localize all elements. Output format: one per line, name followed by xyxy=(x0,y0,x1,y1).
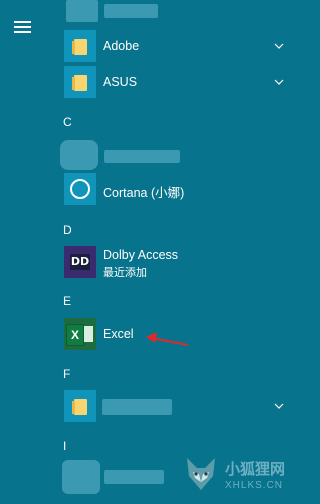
asus-label: ASUS xyxy=(103,75,138,89)
app-list: Adobe ASUS C Cortana (小娜) D DD Dolby Acc… xyxy=(46,0,299,504)
chevron-down-icon[interactable] xyxy=(274,78,284,86)
cortana-label: Cortana (小娜) xyxy=(103,186,185,200)
section-header-i[interactable]: I xyxy=(63,439,66,453)
fox-logo-icon xyxy=(187,458,215,490)
section-header-d[interactable]: D xyxy=(63,223,72,237)
blurred-folder-tile xyxy=(64,390,96,422)
section-header-f[interactable]: F xyxy=(63,367,70,381)
section-header-e[interactable]: E xyxy=(63,294,71,308)
adobe-tile xyxy=(64,30,96,62)
blurred-app-label xyxy=(102,399,172,415)
cortana-tile xyxy=(64,173,96,205)
start-rail xyxy=(0,0,46,504)
section-header-c[interactable]: C xyxy=(63,115,72,129)
blurred-app-tile xyxy=(60,140,98,170)
blurred-app-label xyxy=(104,470,164,484)
dolby-icon: DD xyxy=(70,254,90,270)
adobe-label: Adobe xyxy=(103,39,140,53)
annotation-arrow-icon xyxy=(146,332,189,346)
folder-icon xyxy=(72,75,87,91)
blurred-app-label xyxy=(104,4,158,18)
dolby-tile: DD xyxy=(64,246,96,278)
excel-label: Excel xyxy=(103,327,134,341)
blurred-app-tile xyxy=(66,0,98,22)
folder-icon xyxy=(72,39,87,55)
blurred-app-tile xyxy=(62,460,100,494)
blurred-app-label xyxy=(104,150,180,163)
watermark-title: 小狐狸网 xyxy=(225,461,286,478)
watermark-url: XHLKS.CN xyxy=(225,480,284,491)
cortana-icon xyxy=(70,179,90,199)
excel-icon: X xyxy=(66,324,84,346)
dolby-label: Dolby Access xyxy=(103,248,179,262)
watermark: 小狐狸网 XHLKS.CN xyxy=(173,450,293,498)
asus-tile xyxy=(64,66,96,98)
excel-tile: X xyxy=(64,318,96,350)
folder-icon xyxy=(72,399,87,415)
chevron-down-icon[interactable] xyxy=(274,402,284,410)
hamburger-menu-icon[interactable] xyxy=(14,21,31,33)
chevron-down-icon[interactable] xyxy=(274,42,284,50)
recently-added-label: 最近添加 xyxy=(103,267,147,279)
